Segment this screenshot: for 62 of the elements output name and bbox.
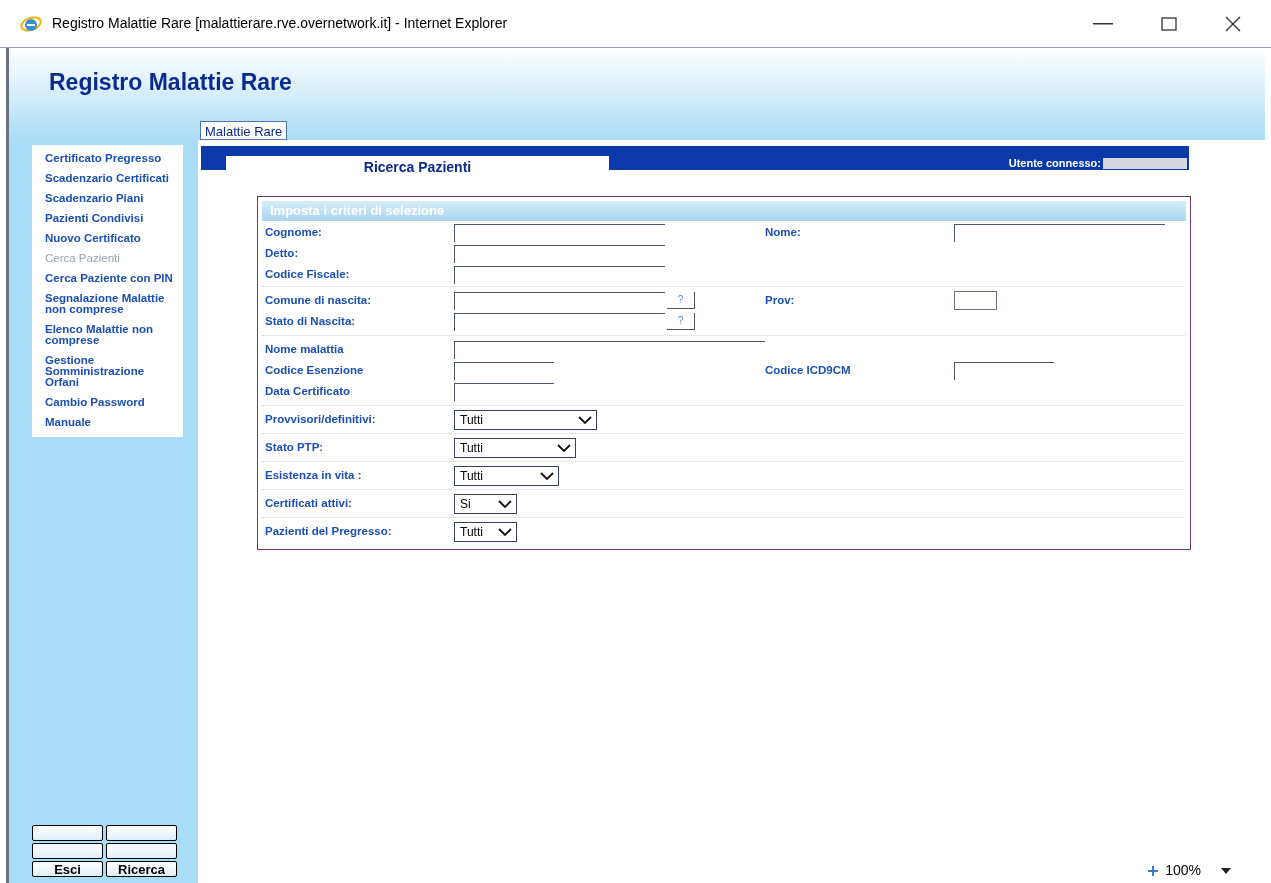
page-title: Registro Malattie Rare: [49, 68, 293, 97]
input-field[interactable]: [454, 265, 665, 284]
input-field[interactable]: [454, 291, 665, 310]
chevron-icon: [498, 527, 512, 536]
field-label: Esistenza in vita :: [264, 467, 363, 483]
input-field[interactable]: [954, 291, 997, 310]
chevron-icon: [498, 499, 512, 508]
field-label: Nome malattia: [264, 341, 345, 357]
sidebar-link[interactable]: Pazienti Condivisi: [45, 213, 175, 224]
dropdown[interactable]: Si: [454, 493, 517, 514]
top-tab[interactable]: Malattie Rare: [200, 120, 288, 140]
field-label: Cognome:: [264, 224, 323, 240]
help-button[interactable]: ?: [667, 313, 695, 330]
dropdown[interactable]: Tutti: [454, 437, 576, 458]
sidebar-link[interactable]: Nuovo Certificato: [45, 233, 175, 244]
browser-logo-icon: [20, 13, 42, 34]
blank-button[interactable]: [32, 843, 103, 859]
action-button[interactable]: Ricerca: [106, 861, 177, 877]
chevron-icon: [578, 415, 592, 424]
zoom-level[interactable]: 100%: [1165, 860, 1201, 881]
field-label: Detto:: [264, 245, 300, 261]
field-label: Stato PTP:: [264, 439, 325, 455]
sidebar-link[interactable]: Elenco Malattie non comprese: [45, 324, 175, 346]
field-label: Prov:: [765, 292, 796, 308]
field-label: Certificati attivi:: [264, 495, 353, 511]
zoom-icon[interactable]: [1147, 864, 1160, 877]
form-title: Imposta i criteri di selezione: [262, 201, 1186, 221]
field-label: Pazienti del Pregresso:: [264, 523, 393, 539]
sidebar-link[interactable]: Scadenzario Certificati: [45, 173, 175, 184]
field-label: Codice Fiscale:: [264, 266, 351, 282]
field-label: Data Certificato: [264, 383, 351, 399]
sidebar-link[interactable]: Gestione Somministrazione Orfani: [45, 355, 175, 388]
action-button[interactable]: Esci: [32, 861, 103, 877]
help-button[interactable]: ?: [667, 292, 695, 309]
field-label: Stato di Nascita:: [264, 313, 357, 329]
chevron-icon: [540, 471, 554, 480]
maximize-icon[interactable]: [1161, 16, 1177, 31]
close-icon[interactable]: [1225, 15, 1241, 32]
chevron-icon: [557, 443, 571, 452]
blank-button[interactable]: [106, 843, 177, 859]
dropdown[interactable]: Tutti: [454, 521, 517, 542]
sidebar-link[interactable]: Scadenzario Piani: [45, 193, 175, 204]
window-title: Registro Malattie Rare [malattierare.rve.overnetwork.it] - Internet Explorer: [52, 14, 508, 33]
input-field[interactable]: [454, 223, 665, 242]
field-label: Comune di nascita:: [264, 292, 373, 308]
sidebar-link[interactable]: Cerca Paziente con PIN: [45, 273, 175, 284]
field-label: Codice Esenzione: [264, 362, 365, 378]
dropdown[interactable]: Tutti: [454, 409, 597, 430]
sidebar-link[interactable]: Segnalazione Malattie non comprese: [45, 293, 175, 315]
user-label: Utente connesso:: [1008, 155, 1101, 171]
caret-icon[interactable]: [1221, 867, 1231, 874]
sidebar-link[interactable]: Cambio Password: [45, 397, 175, 408]
blank-button[interactable]: [32, 825, 103, 841]
blank-button[interactable]: [106, 825, 177, 841]
sidebar-link[interactable]: Manuale: [45, 417, 175, 428]
input-field[interactable]: [454, 244, 665, 263]
field-label: Provvisori/definitivi:: [264, 411, 377, 427]
input-field[interactable]: [454, 361, 554, 380]
field-label: Codice ICD9CM: [765, 362, 852, 378]
dropdown[interactable]: Tutti: [454, 465, 559, 486]
sidebar-link[interactable]: Certificato Pregresso: [45, 153, 175, 164]
field-label: Nome:: [765, 224, 802, 240]
